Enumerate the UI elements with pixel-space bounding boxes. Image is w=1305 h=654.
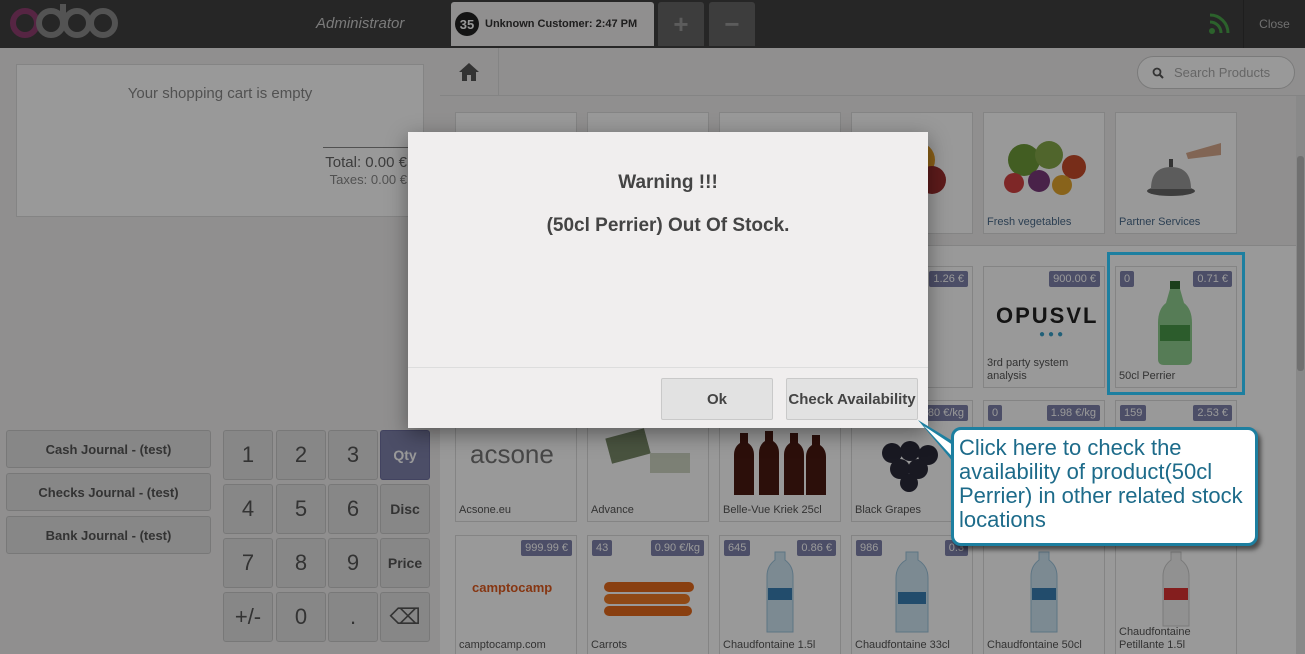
warning-dialog: Warning !!! (50cl Perrier) Out Of Stock.… [408, 132, 928, 428]
perrier-highlight-frame [1107, 252, 1245, 395]
tutorial-callout: Click here to check the availability of … [951, 427, 1258, 546]
dialog-message: (50cl Perrier) Out Of Stock. [546, 215, 790, 236]
ok-button[interactable]: Ok [661, 378, 773, 420]
check-availability-button[interactable]: Check Availability [786, 378, 918, 420]
dialog-title: Warning !!! [618, 172, 718, 193]
